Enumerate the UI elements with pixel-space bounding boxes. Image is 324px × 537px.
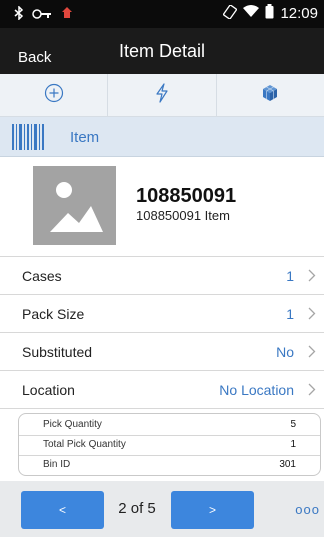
pick-summary: Pick Quantity 5 Total Pick Quantity 1 Bi… [18,413,321,476]
sync-icon [60,6,74,25]
item-number: 108850091 [136,185,237,207]
next-button[interactable]: > [171,491,254,529]
summary-value: 5 [290,419,296,430]
detail-row-cases[interactable]: Cases 1 [0,257,324,295]
summary-label: Pick Quantity [43,419,102,430]
chevron-right-icon [308,345,316,363]
row-label: Substituted [22,344,93,360]
flash-button[interactable] [108,74,217,116]
status-left-icons [14,5,74,25]
chevron-right-icon [308,307,316,325]
status-right-icons: 12:09 [223,4,318,23]
summary-row: Bin ID 301 [19,456,320,474]
chevron-right-icon [308,383,316,401]
nav-bar: Back Item Detail [0,28,324,74]
action-toolbar [0,74,324,117]
status-time: 12:09 [280,5,318,22]
wifi-icon [243,5,260,22]
row-value: 1 [286,306,294,322]
summary-label: Bin ID [43,459,71,470]
summary-value: 301 [279,459,296,470]
add-button[interactable] [0,74,109,116]
summary-value: 1 [290,439,296,450]
add-icon [44,83,64,108]
row-label: Pack Size [22,306,85,322]
detail-row-pack-size[interactable]: Pack Size 1 [0,295,324,333]
status-bar: 12:09 [0,0,324,28]
barcode-icon [12,124,44,155]
more-options-button[interactable]: ooo [295,502,320,517]
rotation-icon [223,4,238,23]
detail-row-substituted[interactable]: Substituted No [0,333,324,371]
section-header: Item [0,117,324,157]
cube-icon [260,83,280,108]
summary-row: Pick Quantity 5 [19,416,320,434]
key-icon [32,7,52,25]
flash-icon [155,82,169,108]
section-label: Item [70,129,100,146]
item-description: 108850091 Item [136,208,230,223]
row-label: Cases [22,268,62,284]
row-value: 1 [286,268,294,284]
image-placeholder-icon [33,166,116,245]
row-value: No [276,344,294,360]
row-value: No Location [219,382,294,398]
chevron-right-icon [308,269,316,287]
battery-icon [265,4,274,23]
item-summary: 108850091 108850091 Item [0,157,324,257]
pager-footer: < 2 of 5 > ooo [0,481,324,537]
page-title: Item Detail [118,41,206,61]
bluetooth-icon [14,5,24,25]
summary-label: Total Pick Quantity [43,439,126,450]
summary-row: Total Pick Quantity 1 [19,436,320,454]
row-label: Location [22,382,75,398]
previous-button[interactable]: < [21,491,104,529]
cube-button[interactable] [217,74,324,116]
detail-row-location[interactable]: Location No Location [0,371,324,409]
page-indicator: 2 of 5 [118,500,156,517]
